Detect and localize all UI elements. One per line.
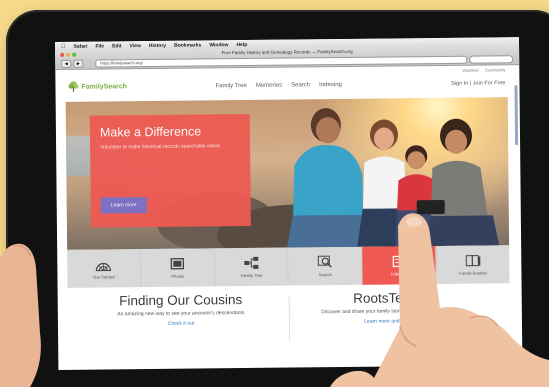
menu-bookmarks[interactable]: Bookmarks: [174, 42, 201, 48]
tile-photos[interactable]: Photos: [141, 248, 216, 288]
hero-card: Make a Difference Volunteer to make hist…: [89, 113, 251, 228]
tile-label: Get Started: [93, 274, 115, 280]
forward-button[interactable]: ▶: [73, 59, 84, 68]
fan-chart-icon: [96, 262, 112, 272]
nav-search[interactable]: Search: [291, 82, 310, 88]
menu-file[interactable]: File: [95, 43, 104, 49]
menu-help[interactable]: Help: [236, 41, 247, 47]
tile-get-started[interactable]: Get Started: [67, 249, 142, 288]
hero-subtitle: Volunteer to make historical records sea…: [100, 143, 222, 151]
tile-family-tree[interactable]: Family Tree: [214, 247, 290, 287]
back-button[interactable]: ◀: [61, 59, 72, 68]
nav-indexing[interactable]: Indexing: [319, 82, 342, 88]
site-header: FamilySearch Family Tree Memories Search…: [55, 71, 519, 98]
nav-family-tree[interactable]: Family Tree: [215, 83, 246, 89]
address-bar[interactable]: https://familysearch.org/: [95, 55, 468, 68]
menu-safari[interactable]: Safari: [74, 43, 88, 49]
logo-text: FamilySearch: [81, 82, 128, 91]
feature-link[interactable]: Check it out: [86, 320, 276, 328]
browser-search-field[interactable]: [469, 55, 514, 64]
menu-edit[interactable]: Edit: [112, 43, 122, 49]
learn-more-button[interactable]: Learn more: [100, 197, 147, 214]
tree-logo-icon: [68, 81, 79, 92]
feature-cousins: Finding Our Cousins An amazing new way t…: [86, 292, 276, 328]
menu-history[interactable]: History: [149, 42, 166, 48]
site-logo[interactable]: FamilySearch: [67, 80, 127, 93]
menu-view[interactable]: View: [129, 43, 140, 49]
tile-label: Photos: [171, 273, 185, 279]
hero-title: Make a Difference: [99, 124, 202, 140]
signin-link[interactable]: Sign In | Join For Free: [451, 80, 505, 87]
nav-memories[interactable]: Memories: [256, 83, 282, 89]
main-nav: Family Tree Memories Search Indexing: [215, 82, 341, 89]
photos-icon: [170, 258, 185, 270]
right-hand-pointing: [330, 213, 549, 387]
menu-window[interactable]: Window: [209, 42, 228, 48]
scrollbar[interactable]: [514, 85, 519, 146]
left-hand: [0, 243, 41, 387]
feature-title: Finding Our Cousins: [119, 292, 243, 309]
tile-label: Family Tree: [240, 272, 263, 279]
browser-toolbar: Free Family History and Genealogy Record…: [55, 46, 520, 70]
feature-text: An amazing new way to see your ancestor'…: [117, 310, 245, 318]
photo-scene:  Safari File Edit View History Bookmark…: [0, 0, 549, 387]
family-tree-icon: [244, 256, 259, 269]
apple-icon[interactable]: : [61, 43, 66, 49]
